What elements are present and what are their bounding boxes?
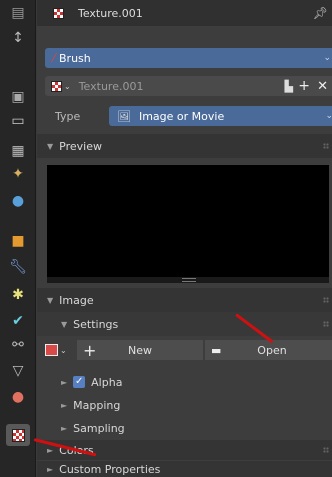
texture-datablock: ⌄ Texture.001 ▙ + ✕ bbox=[45, 76, 332, 96]
world-icon[interactable]: ● bbox=[6, 190, 30, 212]
texture-name-field[interactable]: Texture.001 bbox=[79, 80, 144, 93]
folder-icon: ▬ bbox=[211, 343, 222, 357]
preview-title: Preview bbox=[59, 139, 102, 153]
type-row: Type 🖼︎ Image or Movie ⌄ bbox=[37, 104, 332, 128]
texture-header: Texture.001 📌︎ bbox=[37, 0, 332, 26]
drag-grip-icon[interactable] bbox=[323, 297, 329, 303]
alpha-checkbox[interactable]: ✓ bbox=[73, 376, 86, 388]
settings-subpanel-header[interactable]: ▼ Settings bbox=[37, 312, 332, 336]
output-icon[interactable]: ▭ bbox=[6, 110, 30, 132]
type-dropdown[interactable]: 🖼︎ Image or Movie ⌄ bbox=[109, 106, 332, 126]
tool-icon[interactable]: ↕ bbox=[6, 27, 30, 49]
brush-selector[interactable]: ⁄ Brush ⌄ bbox=[45, 48, 332, 68]
drag-grip-icon[interactable] bbox=[323, 143, 329, 149]
chevron-down-icon: ⌄ bbox=[325, 111, 332, 121]
panel-collapse-icon: ▼ bbox=[61, 319, 68, 329]
settings-title: Settings bbox=[73, 317, 119, 331]
expand-icon: ► bbox=[61, 400, 68, 410]
alpha-label: Alpha bbox=[91, 375, 123, 389]
new-label: New bbox=[128, 343, 152, 357]
panel-collapse-icon: ▼ bbox=[47, 141, 54, 151]
texture-header-name: Texture.001 bbox=[78, 6, 143, 20]
constraints-icon[interactable]: ⚯ bbox=[6, 334, 30, 356]
brush-icon: ⁄ bbox=[53, 51, 56, 65]
expand-icon: ► bbox=[61, 423, 68, 433]
add-icon[interactable]: + bbox=[298, 78, 310, 94]
object-icon[interactable]: ■ bbox=[6, 230, 30, 252]
chevron-down-icon: ⌄ bbox=[323, 53, 331, 63]
texture-preview bbox=[47, 165, 329, 277]
panel-collapse-icon: ▼ bbox=[47, 295, 54, 305]
browse-texture-icon[interactable]: ⌄ bbox=[51, 80, 71, 92]
scene-icon[interactable]: ✦ bbox=[6, 163, 30, 185]
expand-icon: ► bbox=[47, 445, 54, 455]
texture-icon bbox=[53, 7, 64, 19]
image-title: Image bbox=[59, 293, 94, 307]
sampling-label: Sampling bbox=[73, 421, 125, 435]
particles-icon[interactable]: ✱ bbox=[6, 284, 30, 306]
texture-properties-panel: Texture.001 📌︎ ⁄ Brush ⌄ ⌄ Texture.001 ▙… bbox=[37, 0, 332, 477]
browse-image-icon[interactable]: ⌄ bbox=[45, 344, 67, 356]
open-image-button[interactable]: ▬ Open bbox=[205, 340, 332, 360]
editor-type-icon[interactable]: ▤ bbox=[6, 2, 30, 24]
custom-properties-panel-header[interactable]: ► Custom Properties bbox=[37, 461, 332, 477]
mapping-label: Mapping bbox=[73, 398, 121, 412]
open-label: Open bbox=[257, 343, 287, 357]
drag-grip-icon[interactable] bbox=[323, 321, 329, 327]
preview-panel-header[interactable]: ▼ Preview bbox=[37, 134, 332, 158]
close-icon[interactable]: ✕ bbox=[317, 79, 328, 94]
alpha-subpanel-header[interactable]: ► ✓ Alpha bbox=[37, 372, 332, 392]
render-icon[interactable]: ▣ bbox=[6, 86, 30, 108]
add-icon: + bbox=[83, 340, 97, 360]
properties-tab-strip: ↕ ▤ ▣ ▭ ▦ ✦ ● ■ 🔧︎ ✱ ✔ ⚯ ▽ ● bbox=[0, 0, 36, 477]
image-new-open-row: ⌄ + New ▬ Open bbox=[37, 340, 332, 360]
physics-icon[interactable]: ✔ bbox=[6, 310, 30, 332]
image-panel-header[interactable]: ▼ Image bbox=[37, 288, 332, 312]
sampling-subpanel-header[interactable]: ► Sampling bbox=[37, 418, 332, 438]
custom-properties-title: Custom Properties bbox=[59, 462, 161, 476]
material-icon[interactable]: ● bbox=[6, 386, 30, 408]
fake-user-icon[interactable]: ▙ bbox=[285, 80, 293, 93]
expand-icon: ► bbox=[61, 377, 68, 387]
type-label: Type bbox=[55, 109, 81, 123]
new-image-button[interactable]: + New bbox=[77, 340, 203, 360]
preview-resize-handle[interactable] bbox=[47, 277, 329, 283]
brush-label: Brush bbox=[59, 51, 91, 65]
expand-icon: ► bbox=[47, 464, 54, 474]
drag-grip-icon[interactable] bbox=[323, 447, 329, 453]
type-value: Image or Movie bbox=[138, 109, 225, 123]
modifier-icon[interactable]: 🔧︎ bbox=[6, 256, 30, 278]
image-icon: 🖼︎ bbox=[117, 109, 131, 123]
pin-icon[interactable]: 📌︎ bbox=[313, 6, 328, 20]
view-layer-icon[interactable]: ▦ bbox=[6, 140, 30, 162]
texture-icon[interactable] bbox=[6, 424, 30, 446]
mapping-subpanel-header[interactable]: ► Mapping bbox=[37, 395, 332, 415]
data-icon[interactable]: ▽ bbox=[6, 360, 30, 382]
